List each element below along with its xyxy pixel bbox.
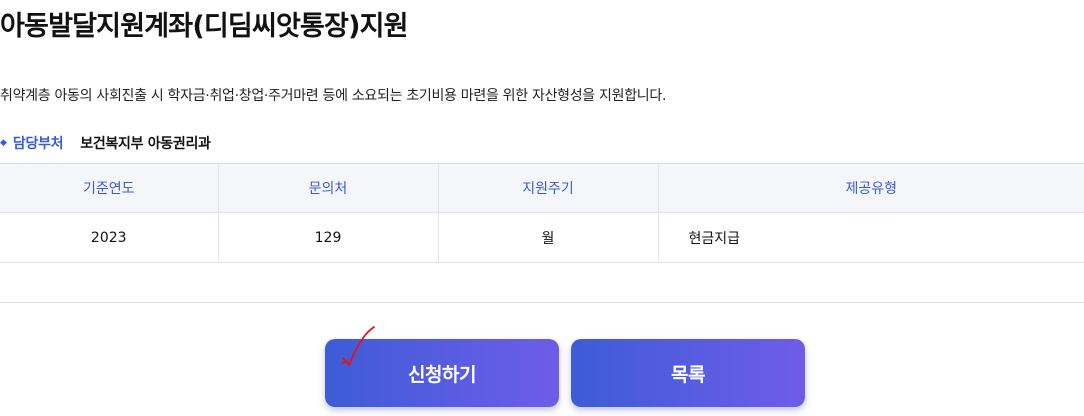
info-table: 기준연도 문의처 지원주기 제공유형 2023 129 월 현금지급 — [0, 163, 1084, 263]
apply-button[interactable]: 신청하기 — [325, 339, 559, 407]
header-type: 제공유형 — [657, 163, 1084, 213]
cell-contact: 129 — [217, 212, 438, 263]
header-cycle: 지원주기 — [437, 163, 658, 213]
diamond-bullet-icon: ◆ — [0, 138, 7, 148]
cell-type: 현금지급 — [657, 212, 1084, 263]
table-header-row: 기준연도 문의처 지원주기 제공유형 — [0, 163, 1084, 213]
department-label: 담당부처 — [12, 136, 64, 152]
cell-year: 2023 — [0, 212, 218, 263]
department-info: ◆ 담당부처 보건복지부 아동권리과 — [0, 133, 211, 153]
header-contact: 문의처 — [217, 163, 438, 213]
section-divider — [0, 302, 1084, 303]
cell-cycle: 월 — [437, 212, 658, 263]
list-button[interactable]: 목록 — [571, 339, 805, 407]
page-description: 취약계층 아동의 사회진출 시 학자금·취업·창업·주거마련 등에 소요되는 초… — [0, 88, 667, 104]
page-title: 아동발달지원계좌(디딤씨앗통장)지원 — [0, 11, 409, 42]
table-row: 2023 129 월 현금지급 — [0, 212, 1084, 263]
header-year: 기준연도 — [0, 163, 218, 213]
department-value: 보건복지부 아동권리과 — [80, 136, 211, 152]
